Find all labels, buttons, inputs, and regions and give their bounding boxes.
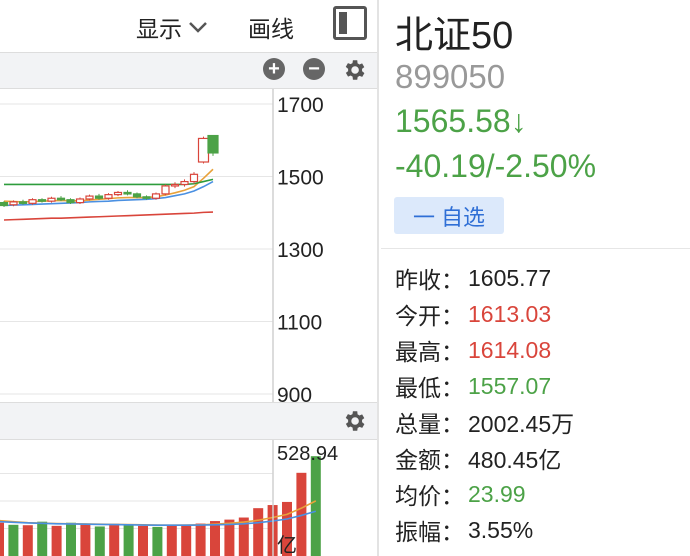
candle-body [9,201,18,206]
quote-stats-list: 昨收： 1605.77 今开： 1613.03 最高： 1614.08 最低： 1557… [395,260,574,548]
stock-name: 北证50 [395,15,514,57]
candle-body [142,196,151,199]
volume-axis-unit-label: 亿 [277,534,297,556]
volume-settings-gear-icon[interactable] [341,408,367,434]
stat-row: 昨收： 1605.77 [395,260,574,296]
stock-code: 899050 [395,58,506,95]
watchlist-label: 自选 [441,204,486,230]
candle-body [207,134,219,154]
minus-icon: 一 [412,204,435,230]
candle-body [161,185,170,195]
volume-bar [166,525,177,556]
last-price: 1565.58↓ [395,103,527,139]
stat-label: 昨收： [395,267,464,293]
remove-watchlist-button[interactable]: 一 自选 [394,197,504,234]
stat-row: 均价： 23.99 [395,476,574,512]
volume-axis-max-label: 528.94 [277,443,338,465]
candle-body [66,199,75,204]
price-axis-tick-label: 1700 [277,94,324,117]
price-axis-tick-label: 1500 [277,167,324,190]
stat-label: 最高： [395,339,464,365]
stat-value: 1605.77 [468,264,552,291]
price-ma-line [3,211,214,221]
volume-bar [22,525,33,556]
candle-body [85,195,94,200]
candle-body [0,201,9,207]
stat-label: 最低： [395,375,464,401]
volume-bar-chart[interactable]: 528.94 亿 [0,440,377,556]
candle-body [189,173,199,183]
candle-body [132,193,142,198]
volume-bar [152,526,163,556]
volume-bar [37,521,48,556]
volume-bar [109,523,120,556]
stat-value: 480.45亿 [468,447,562,473]
volume-bar [0,522,4,556]
candle-body [104,194,113,199]
stat-value: 1613.03 [468,300,552,327]
stat-label: 均价： [395,483,464,509]
volume-bar [310,456,321,556]
candle-body [180,180,189,186]
candle-body [197,137,210,163]
display-menu-label: 显示 [136,16,182,42]
zoom-out-icon[interactable]: − [303,58,325,80]
volume-bar [195,523,206,556]
stat-label: 金额： [395,447,464,473]
volume-bar [253,508,264,556]
panel-divider [377,0,379,556]
volume-bar [66,522,76,556]
stat-label: 总量： [395,411,464,437]
volume-bar [51,525,62,556]
volume-bar [94,526,105,556]
stat-row: 今开： 1613.03 [395,296,574,332]
candle-body [28,199,37,204]
volume-bar [8,524,19,556]
stat-label: 振幅： [395,519,464,545]
candle-body [75,198,85,204]
candle-body [170,183,180,187]
candle-body [123,191,132,195]
candle-body [94,195,104,199]
stat-value: 3.55% [468,516,534,543]
price-axis-tick-label: 900 [277,384,312,402]
price-axis-tick-label: 1100 [277,312,322,335]
candle-body [37,199,47,202]
chevron-down-icon [189,22,207,33]
sidebar-toggle-icon[interactable] [333,6,367,40]
stat-label: 今开： [395,303,464,329]
stat-value: 1614.08 [468,336,552,363]
candle-body [47,197,56,202]
stat-row: 最高： 1614.08 [395,332,574,368]
zoom-in-icon[interactable]: + [263,58,285,80]
draw-line-button[interactable]: 画线 [248,10,294,44]
stat-row: 金额： 480.45亿 [395,440,574,476]
volume-bar [80,524,91,556]
candle-body [18,201,28,204]
display-menu-button[interactable]: 显示 [136,10,208,44]
candle-body [56,197,66,201]
volume-chart-header [0,402,377,440]
price-candlestick-chart[interactable]: 1700 1500 1300 1100 900 [0,89,377,402]
candle-body [113,191,123,196]
stat-value: 23.99 [468,480,526,507]
section-divider [381,248,690,249]
price-axis-tick-label: 1300 [277,239,324,262]
stat-row: 最低： 1557.07 [395,368,574,404]
chart-settings-gear-icon[interactable] [341,57,367,83]
price-change: -40.19/-2.50% [395,148,597,184]
stat-row: 总量： 2002.45万 [395,404,574,440]
stat-row: 振幅： 3.55% [395,512,574,548]
volume-bar [138,525,148,556]
volume-bar [181,524,192,556]
volume-bar [210,521,220,556]
candle-body [151,193,161,199]
volume-bar [123,524,134,556]
stat-value: 2002.45万 [468,411,575,437]
stat-value: 1557.07 [468,372,552,399]
